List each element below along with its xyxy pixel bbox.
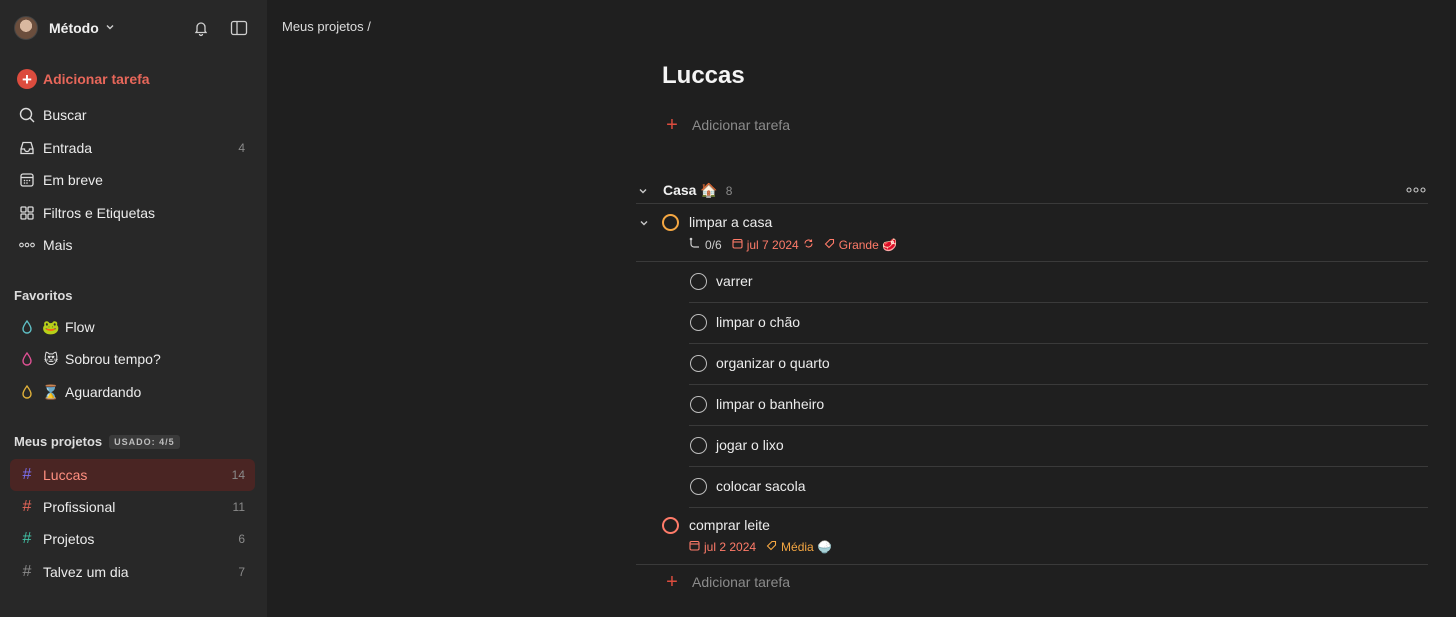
chevron-down-icon[interactable] [637, 216, 651, 230]
section-header: Casa 🏠 8 [636, 178, 1428, 204]
subtask-row[interactable]: limpar o chão [689, 303, 1428, 344]
due-date[interactable]: jul 7 2024 [747, 238, 799, 252]
inbox-icon [16, 137, 38, 159]
plus-icon: + [666, 571, 678, 593]
breadcrumb[interactable]: Meus projetos / [282, 19, 371, 34]
favorite-aguardando[interactable]: ⌛ Aguardando [10, 377, 255, 407]
nav-inbox[interactable]: Entrada 4 [10, 133, 255, 163]
inbox-count: 4 [238, 141, 245, 155]
task-name: limpar a casa [689, 214, 773, 230]
project-projetos[interactable]: # Projetos 6 [10, 524, 255, 554]
task-label[interactable]: Grande 🥩 [839, 238, 897, 252]
recurring-icon [803, 238, 814, 252]
projects-title[interactable]: Meus projetos USADO: 4/5 [14, 434, 180, 449]
task-meta: 0/6 jul 7 2024 Grande 🥩 [689, 237, 897, 252]
due-date[interactable]: jul 2 2024 [704, 540, 756, 554]
add-task-button[interactable]: + Adicionar tarefa [10, 64, 255, 94]
drop-icon [16, 381, 38, 403]
hash-icon: # [22, 498, 32, 515]
workspace-header: Método [14, 14, 254, 42]
bell-icon[interactable] [191, 18, 211, 38]
avatar[interactable] [14, 16, 38, 40]
subtask-icon [689, 237, 701, 252]
subtask-row[interactable]: colocar sacola [689, 467, 1428, 508]
chevron-down-icon[interactable] [636, 184, 650, 198]
subtask-progress: 0/6 [705, 237, 722, 252]
chevron-down-icon[interactable] [105, 22, 115, 35]
task-row-limpar-a-casa[interactable]: limpar a casa 0/6 jul 7 2024 Grande 🥩 [636, 206, 1428, 262]
tag-icon [766, 540, 777, 554]
calendar-icon [689, 540, 700, 554]
project-profissional[interactable]: # Profissional 11 [10, 492, 255, 522]
hourglass-emoji: ⌛ [42, 383, 60, 400]
nav-upcoming[interactable]: Em breve [10, 165, 255, 195]
project-luccas[interactable]: # Luccas 14 [10, 459, 255, 491]
frog-emoji: 🐸 [42, 318, 60, 335]
nav-filters-labels[interactable]: Filtros e Etiquetas [10, 198, 255, 228]
favorites-title: Favoritos [14, 288, 73, 303]
task-checkbox[interactable] [690, 437, 707, 454]
task-checkbox[interactable] [662, 214, 679, 231]
project-talvez-um-dia[interactable]: # Talvez um dia 7 [10, 557, 255, 587]
task-row-comprar-leite[interactable]: comprar leite jul 2 2024 Média 🍚 [636, 509, 1428, 565]
more-icon [16, 234, 38, 256]
nav-more[interactable]: Mais [10, 230, 255, 260]
page-title[interactable]: Luccas [662, 62, 745, 90]
task-label[interactable]: Média 🍚 [781, 540, 832, 554]
task-meta: jul 2 2024 Média 🍚 [689, 540, 832, 554]
favorite-flow[interactable]: 🐸 Flow [10, 312, 255, 342]
drop-icon [16, 316, 38, 338]
usage-badge: USADO: 4/5 [109, 435, 180, 449]
workspace-name[interactable]: Método [49, 20, 99, 36]
task-checkbox[interactable] [662, 517, 679, 534]
drop-icon [16, 348, 38, 370]
subtask-row[interactable]: limpar o banheiro [689, 385, 1428, 426]
sidebar: Método + Adicionar tarefa Buscar Entrada… [0, 0, 267, 617]
section-name[interactable]: Casa 🏠 [663, 182, 718, 199]
task-checkbox[interactable] [690, 355, 707, 372]
subtask-row[interactable]: organizar o quarto [689, 344, 1428, 385]
add-circle-icon: + [16, 68, 38, 90]
tag-icon [824, 238, 835, 252]
add-task-inline-bottom[interactable]: + Adicionar tarefa [662, 572, 790, 592]
plus-icon: + [666, 114, 678, 136]
grid-icon [16, 202, 38, 224]
nav-search[interactable]: Buscar [10, 100, 255, 130]
task-checkbox[interactable] [690, 314, 707, 331]
task-checkbox[interactable] [690, 396, 707, 413]
task-checkbox[interactable] [690, 273, 707, 290]
cat-emoji: 😻 [43, 350, 59, 367]
calendar-icon [16, 169, 38, 191]
add-task-inline[interactable]: + Adicionar tarefa [662, 115, 790, 135]
hash-icon: # [22, 530, 32, 547]
task-name: comprar leite [689, 517, 770, 533]
favorite-sobrou-tempo[interactable]: 😻 Sobrou tempo? [10, 344, 255, 374]
hash-icon: # [22, 466, 32, 483]
calendar-icon [732, 238, 743, 252]
section-count: 8 [725, 183, 733, 198]
hash-icon: # [22, 563, 32, 580]
search-icon [16, 104, 38, 126]
subtask-row[interactable]: jogar o lixo [689, 426, 1428, 467]
subtask-row[interactable]: varrer [689, 262, 1428, 303]
sidebar-toggle-icon[interactable] [229, 18, 249, 38]
more-options-icon[interactable] [1406, 182, 1426, 198]
task-checkbox[interactable] [690, 478, 707, 495]
